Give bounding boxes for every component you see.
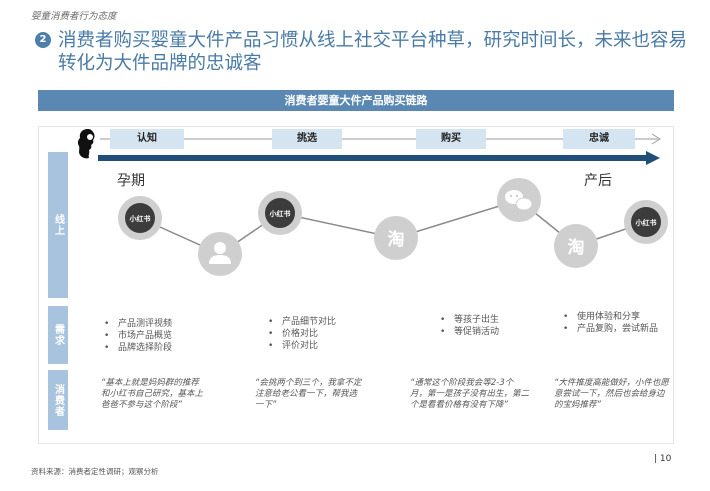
headline: 消费者购买婴童大件产品习惯从线上社交平台种草，研究时间长，未来也容易转化为大件品…	[58, 30, 688, 74]
chain-title-banner: 消费者婴童大件产品购买链路	[38, 90, 674, 111]
consumer-quote-loyalty: “大件推度高能做好，小件也愿意尝试一下，然后也会给身边的宝妈推荐”	[554, 378, 669, 410]
stage-awareness: 认知	[110, 129, 184, 149]
list-item: 等孩子出生	[440, 314, 499, 326]
list-item: 产品细节对比	[268, 316, 336, 328]
svg-text:淘: 淘	[568, 237, 585, 258]
xiaohongshu-icon: 小红书	[258, 191, 302, 235]
needs-list-selection: 产品细节对比 价格对比 评价对比	[268, 316, 336, 352]
row-label-consumer: 消费者	[48, 370, 68, 430]
list-item: 产品复购，尝试新品	[563, 323, 658, 335]
needs-list-purchase: 等孩子出生 等促销活动	[440, 314, 499, 338]
timeline-arrow	[98, 151, 660, 165]
svg-text:淘: 淘	[388, 229, 405, 250]
list-item: 产品测评视频	[104, 318, 172, 330]
section-label: 婴童消费者行为态度	[31, 11, 117, 22]
list-item: 市场产品概览	[104, 330, 172, 342]
svg-text:小红书: 小红书	[269, 209, 291, 218]
list-item: 价格对比	[268, 328, 336, 340]
consumer-quote-awareness: “基本上就是妈妈群的推荐和小红书自己研究，基本上爸爸不参与这个阶段”	[101, 378, 204, 410]
list-item: 品牌选择阶段	[104, 342, 172, 354]
stage-loyalty: 忠诚	[563, 129, 635, 149]
list-item: 使用体验和分享	[563, 311, 658, 323]
consumer-quote-purchase: “通常这个阶段我会等2-3个月，第一是孩子没有出生，第二个是看看价格有没有下降”	[410, 378, 530, 410]
needs-list-loyalty: 使用体验和分享 产品复购，尝试新品	[563, 311, 658, 335]
wechat-icon	[497, 178, 541, 222]
taobao-icon: 淘	[374, 216, 418, 260]
xiaohongshu-icon: 小红书	[624, 200, 668, 244]
consumer-quote-selection: “会挑两个到三个，我拿不定注意给老公看一下，帮我选一下”	[255, 378, 362, 410]
headline-number-badge: 2	[35, 32, 51, 48]
row-label-needs: 需求	[48, 306, 68, 364]
taobao-icon: 淘	[554, 224, 598, 268]
row-label-online: 线上	[48, 152, 68, 298]
needs-list-awareness: 产品测评视频 市场产品概览 品牌选择阶段	[104, 318, 172, 354]
stage-selection: 挑选	[272, 129, 342, 149]
person-icon	[198, 232, 242, 276]
stage-purchase: 购买	[416, 129, 486, 149]
page-number: | 10	[654, 454, 672, 464]
list-item: 等促销活动	[440, 326, 499, 338]
consumer-silhouette-icon	[77, 129, 95, 159]
svg-text:小红书: 小红书	[635, 218, 657, 227]
journey-path: 小红书 小红书 淘 淘 小红书	[118, 178, 668, 276]
xiaohongshu-icon: 小红书	[118, 196, 162, 240]
source-note: 资料来源：消费者定性调研；观察分析	[31, 467, 159, 476]
list-item: 评价对比	[268, 340, 336, 352]
svg-text:小红书: 小红书	[129, 214, 151, 223]
